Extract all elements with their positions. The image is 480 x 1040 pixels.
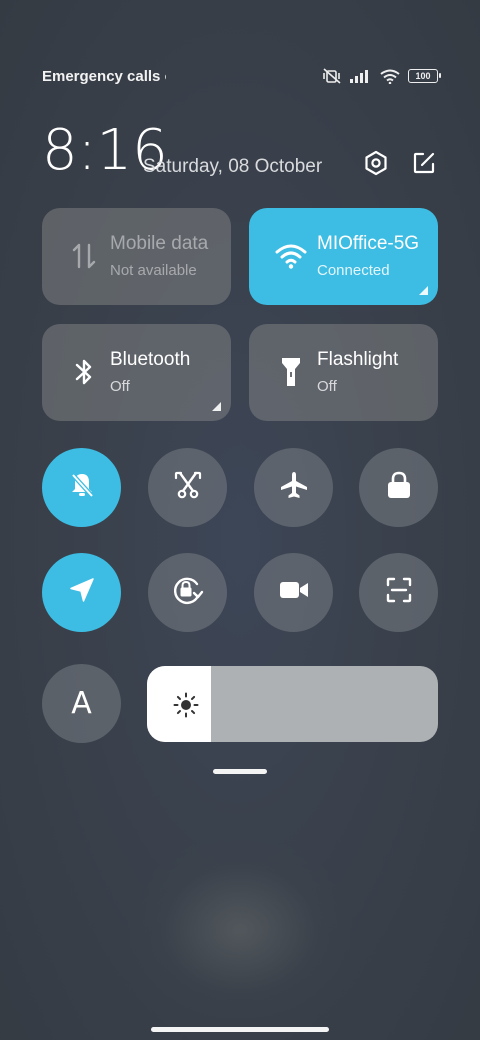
edit-button[interactable] <box>410 151 438 179</box>
tile-status: Off <box>110 378 130 395</box>
settings-icon <box>363 150 389 181</box>
airplane-icon <box>279 470 309 505</box>
tile-mobile-data[interactable]: Mobile data Not available <box>42 208 231 305</box>
signal-icon <box>350 69 372 83</box>
carrier-text: Emergency calls only <box>42 67 166 85</box>
tile-label: MIOffice-5G <box>317 233 420 254</box>
toggle-scanner[interactable] <box>359 553 438 632</box>
toggle-screenshot[interactable] <box>148 448 227 527</box>
expand-corner-icon <box>419 286 428 295</box>
wifi-icon <box>275 240 307 272</box>
header-row: 8:16 Saturday, 08 October <box>42 118 438 188</box>
home-indicator[interactable] <box>151 1027 329 1032</box>
tile-wifi[interactable]: MIOffice-5G Connected <box>249 208 438 305</box>
battery-icon: 100 <box>408 69 441 83</box>
tile-label: Mobile data <box>110 233 209 254</box>
expand-corner-icon <box>212 402 221 411</box>
toggle-airplane[interactable] <box>254 448 333 527</box>
brightness-slider[interactable] <box>147 666 438 742</box>
status-icons: 100 <box>322 68 441 84</box>
tile-label: Flashlight <box>317 349 399 370</box>
mute-vibrate-icon <box>322 68 342 84</box>
edit-icon <box>412 151 436 180</box>
tile-status: Not available <box>110 262 197 279</box>
bell-off-icon <box>67 470 97 505</box>
toggle-screen-recorder[interactable] <box>254 553 333 632</box>
data-arrows-icon <box>68 240 100 272</box>
sun-icon <box>173 692 199 718</box>
toggle-lock[interactable] <box>359 448 438 527</box>
video-camera-icon <box>279 579 309 606</box>
location-arrow-icon <box>68 576 96 609</box>
wifi-icon <box>380 69 400 84</box>
tile-status: Connected <box>317 262 390 279</box>
font-size-button[interactable]: A <box>42 664 121 743</box>
background-glow <box>130 840 350 1020</box>
toggle-auto-rotate[interactable] <box>148 553 227 632</box>
panel-drag-handle[interactable] <box>213 769 267 774</box>
tile-status: Off <box>317 378 337 395</box>
bluetooth-icon <box>68 356 100 388</box>
toggle-mute[interactable] <box>42 448 121 527</box>
clock-date: Saturday, 08 October <box>143 156 323 177</box>
lock-icon <box>386 471 412 504</box>
status-bar: Emergency calls only 100 <box>42 60 441 92</box>
flashlight-icon <box>275 356 307 388</box>
scissors-icon <box>173 470 203 505</box>
toggle-location[interactable] <box>42 553 121 632</box>
rotation-lock-icon <box>171 574 205 611</box>
tile-label: Bluetooth <box>110 349 191 370</box>
tile-flashlight[interactable]: Flashlight Off <box>249 324 438 421</box>
settings-button[interactable] <box>362 150 390 181</box>
tile-bluetooth[interactable]: Bluetooth Off <box>42 324 231 421</box>
scan-icon <box>385 576 413 609</box>
